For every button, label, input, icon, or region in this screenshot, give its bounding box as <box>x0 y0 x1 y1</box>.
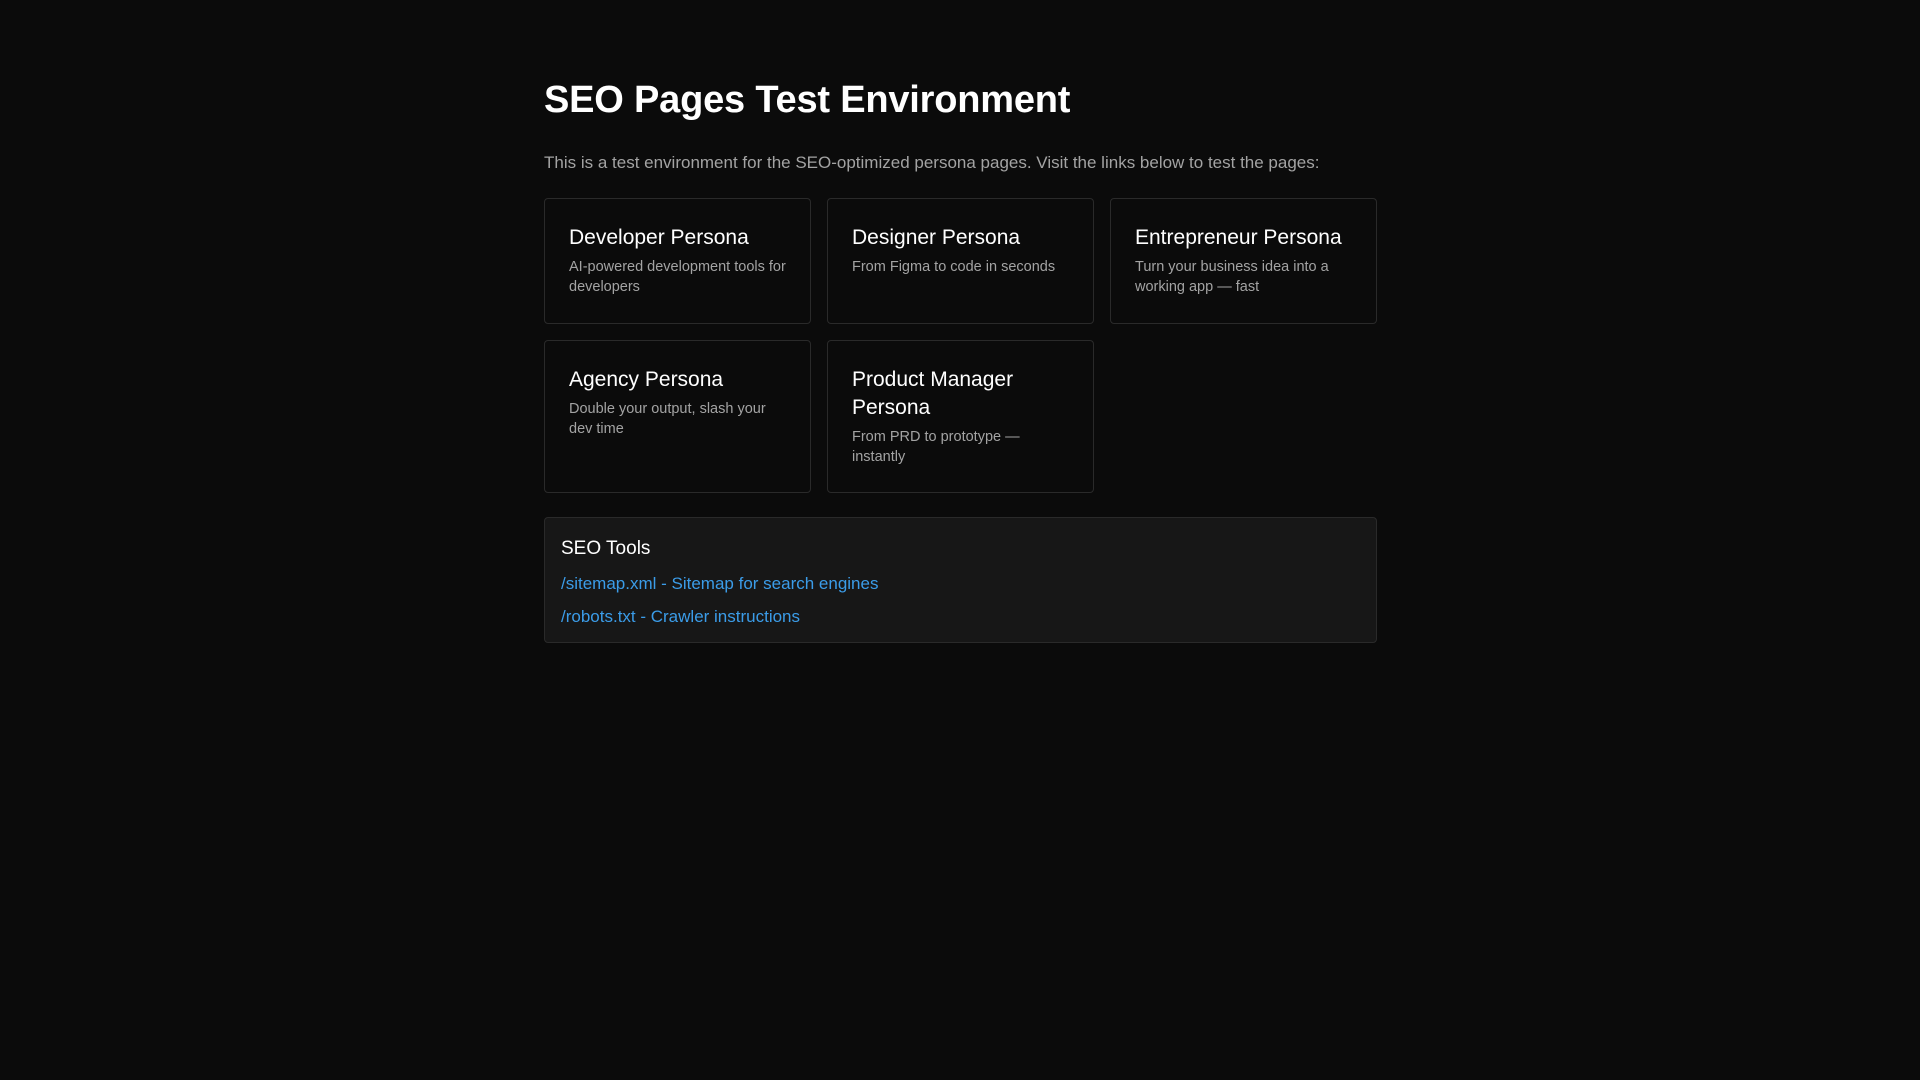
list-item: /robots.txt - Crawler instructions <box>561 601 1360 634</box>
list-item: /sitemap.xml - Sitemap for search engine… <box>561 568 1360 601</box>
persona-card-entrepreneur[interactable]: Entrepreneur Persona Turn your business … <box>1110 198 1377 324</box>
main-content: SEO Pages Test Environment This is a tes… <box>544 76 1377 643</box>
persona-card-grid: Developer Persona AI-powered development… <box>544 198 1377 493</box>
persona-card-description: Turn your business idea into a working a… <box>1135 259 1329 295</box>
seo-tools-title: SEO Tools <box>561 538 651 559</box>
persona-card-designer[interactable]: Designer Persona From Figma to code in s… <box>827 198 1094 324</box>
persona-card-developer[interactable]: Developer Persona AI-powered development… <box>544 198 811 324</box>
persona-card-agency[interactable]: Agency Persona Double your output, slash… <box>544 340 811 493</box>
persona-card-title: Entrepreneur Persona <box>1135 226 1342 249</box>
persona-card-title: Product Manager Persona <box>852 368 1014 419</box>
persona-card-description: AI-powered development tools for develop… <box>569 259 786 295</box>
seo-tools-link-list: /sitemap.xml - Sitemap for search engine… <box>561 568 1360 634</box>
persona-card-description: From Figma to code in seconds <box>852 259 1056 275</box>
seo-tools-panel: SEO Tools /sitemap.xml - Sitemap for sea… <box>544 517 1377 643</box>
persona-card-title: Agency Persona <box>569 368 724 391</box>
persona-card-product-manager[interactable]: Product Manager Persona From PRD to prot… <box>827 340 1094 493</box>
persona-card-title: Developer Persona <box>569 226 749 249</box>
page-title: SEO Pages Test Environment <box>544 79 1071 121</box>
robots-link[interactable]: /robots.txt - Crawler instructions <box>561 607 800 626</box>
persona-card-description: From PRD to prototype — instantly <box>852 429 1020 465</box>
persona-card-title: Designer Persona <box>852 226 1021 249</box>
sitemap-link[interactable]: /sitemap.xml - Sitemap for search engine… <box>561 574 878 593</box>
persona-card-description: Double your output, slash your dev time <box>569 401 766 437</box>
intro-text: This is a test environment for the SEO-o… <box>544 153 1320 172</box>
